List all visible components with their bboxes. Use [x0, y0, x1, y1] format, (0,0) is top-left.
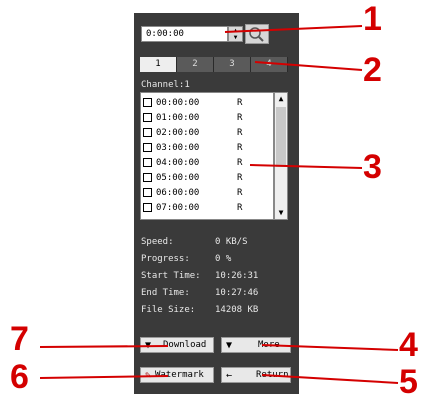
callout-5: 5: [399, 363, 418, 401]
callout-6: 6: [10, 358, 29, 396]
callout-7: 7: [10, 320, 29, 358]
callout-4: 4: [399, 326, 418, 364]
callout-2: 2: [363, 51, 382, 89]
callout-3: 3: [363, 148, 382, 186]
callout-1: 1: [363, 0, 382, 38]
